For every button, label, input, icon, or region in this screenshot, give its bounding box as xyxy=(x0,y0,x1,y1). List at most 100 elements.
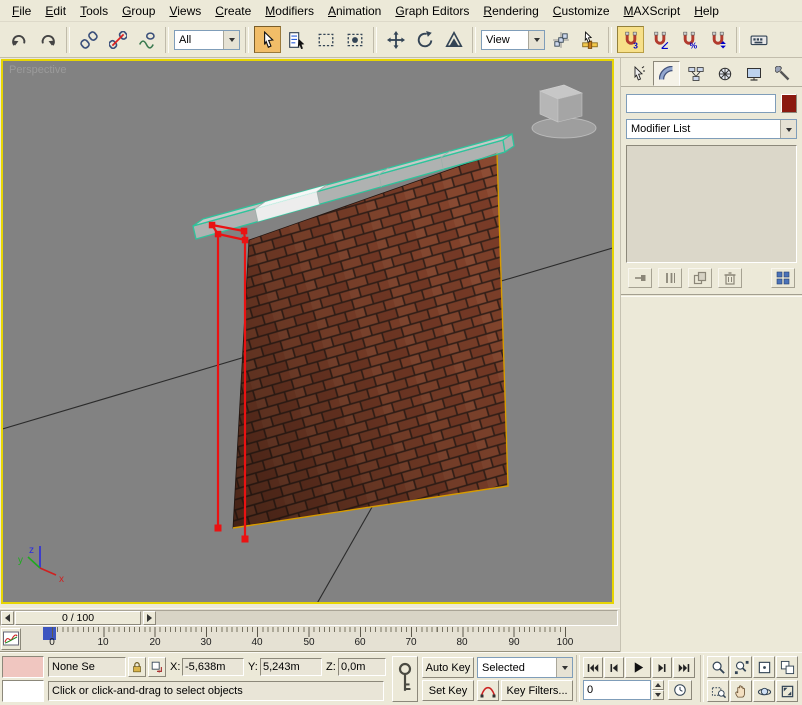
maxscript-mini-listener-pane[interactable] xyxy=(2,680,44,702)
move-icon xyxy=(387,31,405,49)
redo-button[interactable] xyxy=(34,26,61,53)
previous-frame-button[interactable] xyxy=(604,657,624,678)
open-mini-curve-editor-button[interactable] xyxy=(1,628,21,650)
zoom-all-button[interactable] xyxy=(730,656,752,678)
modifier-stack-list[interactable] xyxy=(626,145,797,263)
clock-icon xyxy=(673,683,687,697)
spinner-snap-toggle-button[interactable] xyxy=(704,26,731,53)
show-end-result-button[interactable] xyxy=(658,268,682,288)
track-bar[interactable]: 0 10 20 30 40 50 60 70 80 90 100 xyxy=(0,626,620,652)
x-coordinate-field[interactable] xyxy=(182,658,244,676)
menu-help[interactable]: Help xyxy=(687,2,726,20)
select-and-scale-button[interactable] xyxy=(440,26,467,53)
auto-key-button[interactable]: Auto Key xyxy=(422,657,474,678)
y-coordinate-field[interactable] xyxy=(260,658,322,676)
min-max-toggle-button[interactable] xyxy=(776,680,798,702)
set-keys-button[interactable] xyxy=(392,656,418,702)
select-and-rotate-button[interactable] xyxy=(411,26,438,53)
z-coordinate-field[interactable] xyxy=(338,658,386,676)
selection-lock-toggle[interactable] xyxy=(128,657,146,677)
curve-editor-icon xyxy=(3,631,19,647)
zoom-extents-button[interactable] xyxy=(753,656,775,678)
zoom-region-button[interactable] xyxy=(707,680,729,702)
arc-rotate-button[interactable] xyxy=(753,680,775,702)
tab-utilities[interactable] xyxy=(769,61,796,86)
current-frame-field[interactable] xyxy=(583,680,651,700)
frame-spinner-up[interactable] xyxy=(652,680,664,690)
remove-modifier-button[interactable] xyxy=(718,268,742,288)
menu-animation[interactable]: Animation xyxy=(321,2,388,20)
time-slider-handle[interactable]: 0 / 100 xyxy=(15,611,141,625)
unlink-selection-button[interactable] xyxy=(104,26,131,53)
go-to-start-button[interactable] xyxy=(583,657,603,678)
keyboard-shortcut-override-button[interactable] xyxy=(745,26,772,53)
tab-motion[interactable] xyxy=(711,61,738,86)
select-and-link-button[interactable] xyxy=(75,26,102,53)
go-to-end-button[interactable] xyxy=(673,657,695,678)
play-animation-button[interactable] xyxy=(625,657,651,678)
dropdown-arrow-icon[interactable] xyxy=(556,658,572,677)
undo-button[interactable] xyxy=(5,26,32,53)
key-mode-dropdown[interactable]: Selected xyxy=(477,657,573,678)
use-pivot-point-center-button[interactable] xyxy=(547,26,574,53)
menu-tools[interactable]: Tools xyxy=(73,2,115,20)
menu-rendering[interactable]: Rendering xyxy=(476,2,545,20)
key-filters-button[interactable]: Key Filters... xyxy=(501,680,573,701)
default-tangents-button[interactable] xyxy=(477,680,499,701)
maxscript-macro-recorder-pane[interactable] xyxy=(2,656,44,678)
viewport-label[interactable]: Perspective xyxy=(9,64,66,76)
modifier-list-dropdown[interactable]: Modifier List xyxy=(626,119,797,139)
select-and-manipulate-button[interactable] xyxy=(576,26,603,53)
next-frame-button[interactable] xyxy=(652,657,672,678)
time-slider-next-button[interactable] xyxy=(143,611,156,625)
zoom-button[interactable] xyxy=(707,656,729,678)
dropdown-arrow-icon[interactable] xyxy=(223,31,239,49)
bind-to-space-warp-button[interactable] xyxy=(133,26,160,53)
percent-snap-toggle-button[interactable]: % xyxy=(675,26,702,53)
menu-maxscript[interactable]: MAXScript xyxy=(617,2,688,20)
menu-graph-editors[interactable]: Graph Editors xyxy=(388,2,476,20)
status-separator xyxy=(576,655,580,702)
menu-views[interactable]: Views xyxy=(162,2,208,20)
perspective-viewport[interactable]: Perspective xyxy=(1,59,614,604)
command-panel-tabs xyxy=(621,58,802,87)
tab-display[interactable] xyxy=(740,61,767,86)
menu-create[interactable]: Create xyxy=(208,2,258,20)
zoom-icon xyxy=(711,660,726,675)
time-configuration-button[interactable] xyxy=(668,680,692,700)
zoom-extents-all-button[interactable] xyxy=(776,656,798,678)
show-end-result-icon xyxy=(662,270,678,286)
dropdown-arrow-icon[interactable] xyxy=(528,31,544,49)
select-by-name-button[interactable] xyxy=(283,26,310,53)
menu-edit[interactable]: Edit xyxy=(38,2,73,20)
pan-view-button[interactable] xyxy=(730,680,752,702)
pin-stack-button[interactable] xyxy=(628,268,652,288)
menu-modifiers[interactable]: Modifiers xyxy=(258,2,321,20)
configure-modifier-sets-button[interactable] xyxy=(771,268,795,288)
menu-group[interactable]: Group xyxy=(115,2,162,20)
object-color-swatch[interactable] xyxy=(781,94,797,113)
time-slider-prev-button[interactable] xyxy=(1,611,14,625)
absolute-offset-mode-toggle[interactable] xyxy=(148,657,166,677)
tab-hierarchy[interactable] xyxy=(682,61,709,86)
object-name-field[interactable] xyxy=(626,94,776,113)
dropdown-arrow-icon[interactable] xyxy=(780,120,796,138)
tick-label: 0 xyxy=(49,637,55,648)
rectangular-selection-region-button[interactable] xyxy=(312,26,339,53)
menu-customize[interactable]: Customize xyxy=(546,2,617,20)
select-and-move-button[interactable] xyxy=(382,26,409,53)
frame-spinner-down[interactable] xyxy=(652,690,664,700)
reference-coordinate-system-dropdown[interactable]: View xyxy=(481,30,545,50)
angle-snap-toggle-button[interactable] xyxy=(646,26,673,53)
menu-file[interactable]: File xyxy=(5,2,38,20)
window-crossing-button[interactable] xyxy=(341,26,368,53)
tab-create[interactable] xyxy=(624,61,651,86)
select-object-button[interactable] xyxy=(254,26,281,53)
status-separator xyxy=(700,655,704,702)
set-key-button[interactable]: Set Key xyxy=(422,680,474,701)
selection-filter-dropdown[interactable]: All xyxy=(174,30,240,50)
make-unique-button[interactable] xyxy=(688,268,712,288)
tab-modify[interactable] xyxy=(653,61,680,86)
snaps-toggle-button[interactable]: 3 xyxy=(617,26,644,53)
time-slider[interactable]: 0 / 100 xyxy=(0,608,620,626)
